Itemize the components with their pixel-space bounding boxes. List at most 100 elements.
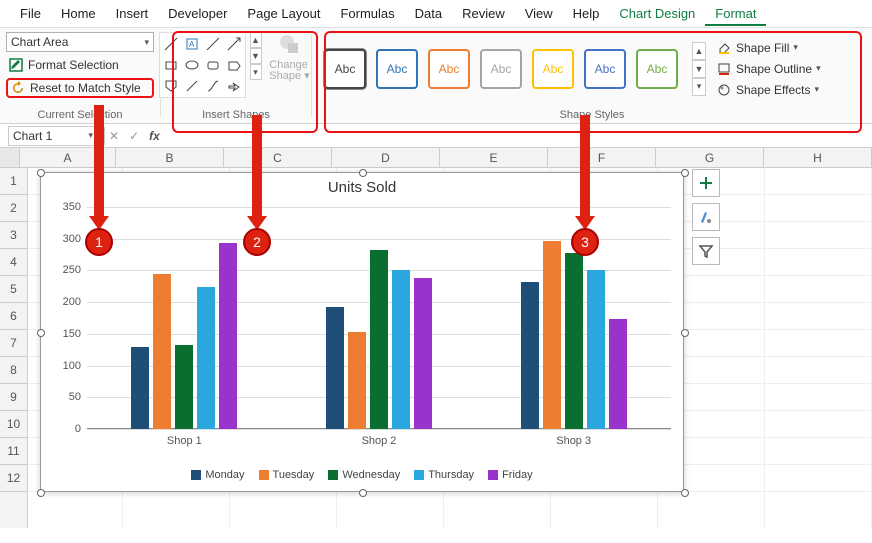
shape-thumb-6[interactable]: [204, 56, 222, 74]
bar[interactable]: [587, 270, 605, 429]
tab-formulas[interactable]: Formulas: [330, 2, 404, 25]
reset-to-match-style-button[interactable]: Reset to Match Style: [6, 78, 154, 98]
chart-element-combo[interactable]: Chart Area ▾: [6, 32, 154, 52]
row-header-1[interactable]: 1: [0, 168, 27, 195]
bar[interactable]: [414, 278, 432, 429]
row-header-12[interactable]: 12: [0, 465, 27, 492]
legend-item[interactable]: Tuesday: [259, 469, 315, 481]
grid-area[interactable]: Units Sold 050100150200250300350Shop 1Sh…: [28, 168, 872, 528]
shape-style-gallery[interactable]: AbcAbcAbcAbcAbcAbcAbc: [318, 45, 684, 93]
shape-thumb-4[interactable]: [162, 56, 180, 74]
bar[interactable]: [219, 243, 237, 429]
shape-thumb-11[interactable]: [225, 77, 243, 95]
col-header-E[interactable]: E: [440, 148, 548, 167]
tab-page-layout[interactable]: Page Layout: [237, 2, 330, 25]
shape-effects-button[interactable]: Shape Effects ▾: [716, 82, 821, 98]
style-gallery-nav[interactable]: ▲ ▼ ▾: [692, 42, 706, 96]
style-swatch-0[interactable]: Abc: [324, 49, 366, 89]
bar-group-1[interactable]: Shop 2: [282, 207, 477, 429]
col-header-G[interactable]: G: [656, 148, 764, 167]
row-header-4[interactable]: 4: [0, 249, 27, 276]
row-header-10[interactable]: 10: [0, 411, 27, 438]
cancel-icon[interactable]: ✕: [105, 129, 123, 143]
resize-handle[interactable]: [681, 169, 689, 177]
col-header-H[interactable]: H: [764, 148, 872, 167]
fx-icon[interactable]: fx: [143, 129, 166, 143]
shape-thumb-5[interactable]: [183, 56, 201, 74]
bar[interactable]: [153, 274, 171, 429]
style-swatch-1[interactable]: Abc: [376, 49, 418, 89]
style-swatch-3[interactable]: Abc: [480, 49, 522, 89]
resize-handle[interactable]: [359, 169, 367, 177]
row-header-9[interactable]: 9: [0, 384, 27, 411]
col-header-B[interactable]: B: [116, 148, 224, 167]
tab-review[interactable]: Review: [452, 2, 515, 25]
shape-thumb-8[interactable]: [162, 77, 180, 95]
bar[interactable]: [521, 282, 539, 429]
style-swatch-5[interactable]: Abc: [584, 49, 626, 89]
resize-handle[interactable]: [37, 329, 45, 337]
chart-styles-button[interactable]: [692, 203, 720, 231]
shape-fill-button[interactable]: Shape Fill ▾: [716, 40, 821, 56]
tab-insert[interactable]: Insert: [106, 2, 159, 25]
style-swatch-4[interactable]: Abc: [532, 49, 574, 89]
legend-item[interactable]: Monday: [191, 469, 244, 481]
shape-outline-button[interactable]: Shape Outline ▾: [716, 61, 821, 77]
resize-handle[interactable]: [37, 489, 45, 497]
tab-file[interactable]: File: [10, 2, 51, 25]
shape-gallery-nav[interactable]: ▲ ▼ ▾: [250, 32, 262, 80]
tab-help[interactable]: Help: [563, 2, 610, 25]
shape-thumb-7[interactable]: [225, 56, 243, 74]
bar[interactable]: [609, 319, 627, 429]
bar[interactable]: [197, 287, 215, 429]
resize-handle[interactable]: [681, 329, 689, 337]
col-header-C[interactable]: C: [224, 148, 332, 167]
row-header-11[interactable]: 11: [0, 438, 27, 465]
bar[interactable]: [348, 332, 366, 429]
legend-item[interactable]: Wednesday: [328, 469, 400, 481]
scroll-down-icon[interactable]: ▼: [692, 60, 706, 78]
bar[interactable]: [131, 347, 149, 429]
chart-elements-button[interactable]: [692, 169, 720, 197]
select-all-corner[interactable]: [0, 148, 20, 167]
row-header-7[interactable]: 7: [0, 330, 27, 357]
legend-item[interactable]: Thursday: [414, 469, 474, 481]
tab-view[interactable]: View: [515, 2, 563, 25]
bar[interactable]: [392, 270, 410, 429]
tab-data[interactable]: Data: [405, 2, 452, 25]
enter-icon[interactable]: ✓: [125, 129, 143, 143]
scroll-up-icon[interactable]: ▲: [692, 42, 706, 60]
scroll-down-icon[interactable]: ▼: [250, 48, 262, 64]
scroll-up-icon[interactable]: ▲: [250, 32, 262, 48]
col-header-D[interactable]: D: [332, 148, 440, 167]
resize-handle[interactable]: [359, 489, 367, 497]
style-swatch-2[interactable]: Abc: [428, 49, 470, 89]
tab-chart-design[interactable]: Chart Design: [609, 2, 705, 25]
shape-thumb-9[interactable]: [183, 77, 201, 95]
legend-item[interactable]: Friday: [488, 469, 533, 481]
row-header-3[interactable]: 3: [0, 222, 27, 249]
tab-home[interactable]: Home: [51, 2, 106, 25]
row-header-8[interactable]: 8: [0, 357, 27, 384]
formula-input[interactable]: [166, 126, 872, 146]
bar[interactable]: [326, 307, 344, 429]
name-box[interactable]: Chart 1 ▾: [8, 126, 98, 146]
tab-format[interactable]: Format: [705, 2, 766, 26]
resize-handle[interactable]: [37, 169, 45, 177]
more-icon[interactable]: ▾: [250, 64, 262, 80]
bar[interactable]: [370, 250, 388, 429]
bar[interactable]: [175, 345, 193, 429]
shape-thumb-3[interactable]: [225, 35, 243, 53]
bar[interactable]: [565, 253, 583, 429]
format-selection-button[interactable]: Format Selection: [6, 55, 154, 75]
bar[interactable]: [543, 241, 561, 429]
shape-thumb-0[interactable]: [162, 35, 180, 53]
chart-filters-button[interactable]: [692, 237, 720, 265]
shape-gallery[interactable]: A: [159, 32, 246, 98]
shape-thumb-10[interactable]: [204, 77, 222, 95]
tab-developer[interactable]: Developer: [158, 2, 237, 25]
chart-legend[interactable]: Monday Tuesday Wednesday Thursday Friday: [41, 469, 683, 481]
col-header-F[interactable]: F: [548, 148, 656, 167]
shape-thumb-1[interactable]: A: [183, 35, 201, 53]
row-header-6[interactable]: 6: [0, 303, 27, 330]
